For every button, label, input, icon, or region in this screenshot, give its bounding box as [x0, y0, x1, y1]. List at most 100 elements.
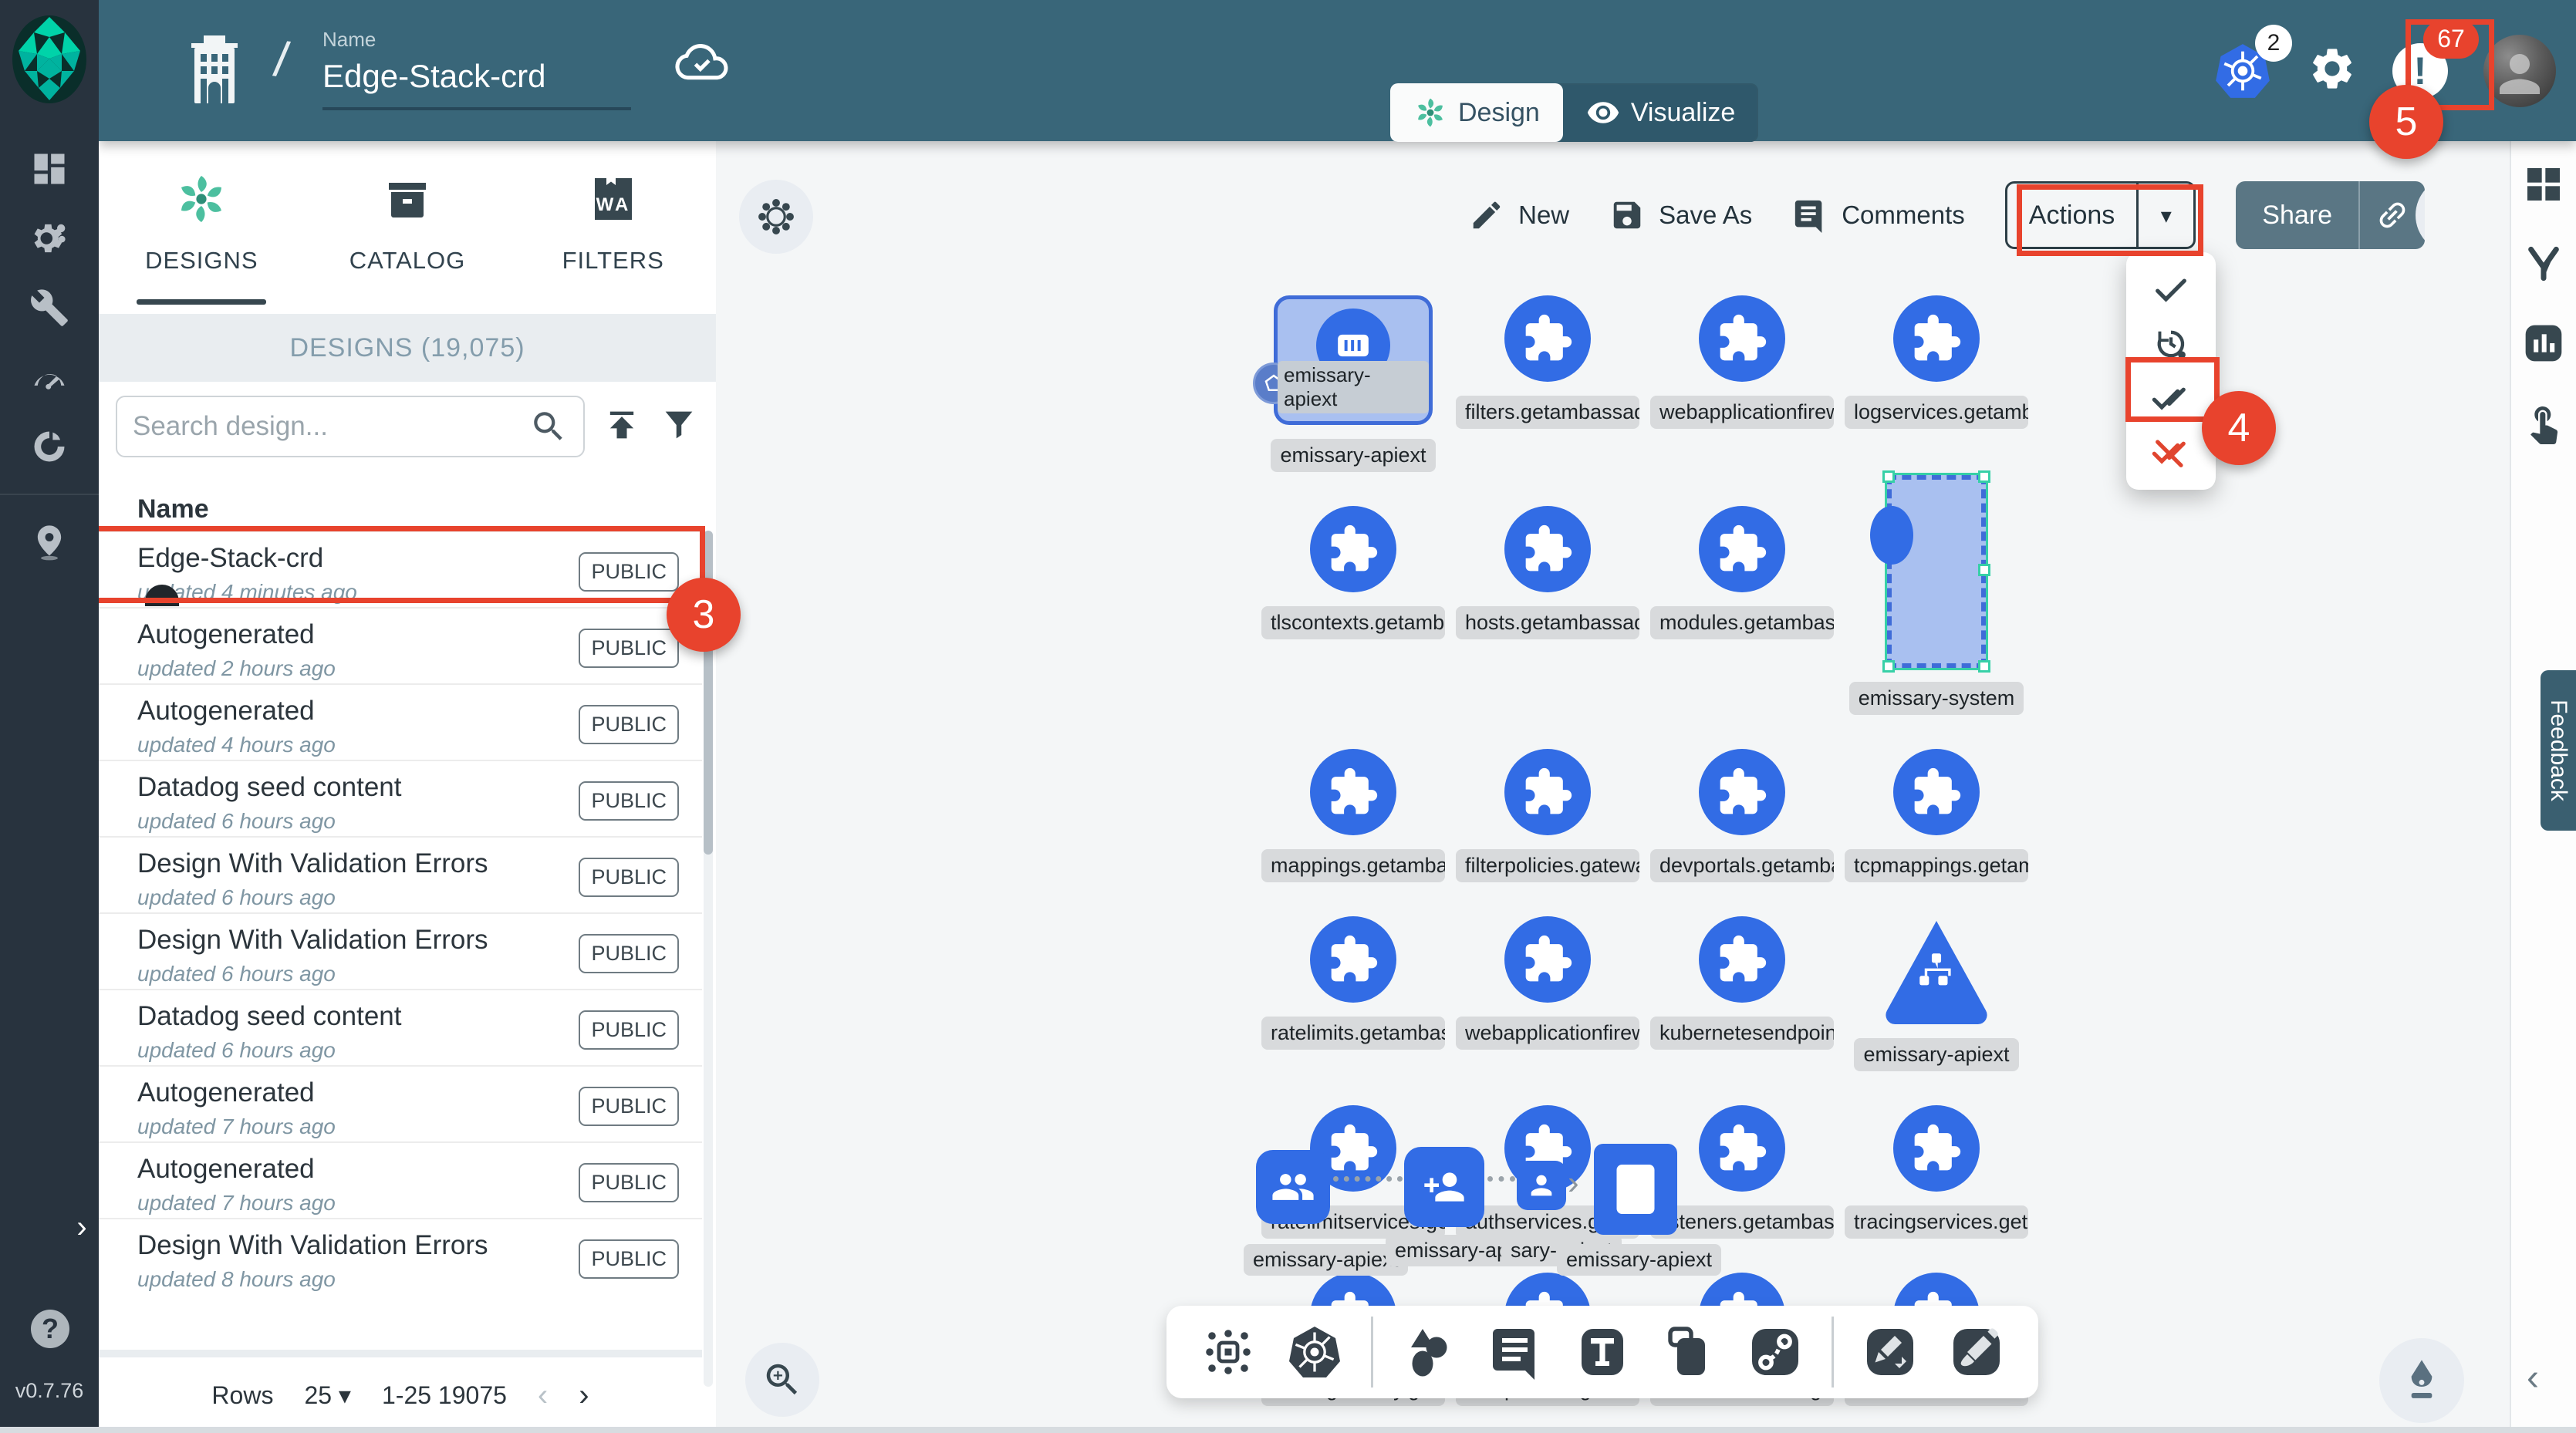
visibility-badge: PUBLIC — [579, 858, 679, 897]
new-button[interactable]: New — [1469, 197, 1569, 233]
share-button[interactable]: Share — [2236, 181, 2425, 249]
component-shapes-icon[interactable] — [1198, 1322, 1258, 1382]
design-list-item[interactable]: Autogeneratedupdated 2 hours agoPUBLIC — [99, 607, 702, 683]
panel-tab-filters[interactable]: WA FILTERS — [510, 141, 716, 305]
node-crd[interactable] — [1310, 916, 1396, 1003]
column-header-name[interactable]: Name — [137, 494, 209, 524]
pen-nib-button[interactable] — [2379, 1338, 2464, 1423]
node-crd[interactable] — [1310, 749, 1396, 835]
edge-arrowhead: › — [1568, 1164, 1579, 1202]
help-button[interactable]: ? — [31, 1310, 69, 1348]
node-triangle[interactable] — [1879, 916, 1994, 1024]
meshery-logo-icon[interactable] — [11, 14, 88, 105]
node-crd[interactable] — [1699, 506, 1785, 592]
comment-icon — [1792, 197, 1828, 233]
node-crd[interactable] — [1504, 506, 1591, 592]
comments-button[interactable]: Comments — [1792, 197, 1965, 233]
menu-item-validate-check[interactable] — [2126, 263, 2216, 317]
design-name-value[interactable]: Edge-Stack-crd — [322, 58, 631, 95]
bottom-scrollbar[interactable] — [0, 1427, 2576, 1433]
filter-funnel-icon[interactable] — [659, 405, 699, 449]
merge-y-icon[interactable] — [2522, 242, 2565, 289]
settings-gear-icon[interactable] — [2308, 44, 2357, 97]
design-list-item[interactable]: Autogeneratedupdated 7 hours agoPUBLIC — [99, 1065, 702, 1141]
node-person-add[interactable] — [1404, 1147, 1484, 1227]
organization-building-icon[interactable] — [182, 32, 247, 103]
design-list-item[interactable]: Datadog seed contentupdated 6 hours agoP… — [99, 760, 702, 836]
node-selected-container[interactable]: emissary-apiext — [1274, 295, 1433, 425]
node-crd[interactable] — [1699, 295, 1785, 382]
node-crd[interactable] — [1504, 749, 1591, 835]
node-label: devportals.getambas... — [1650, 849, 1834, 882]
extensions-icon[interactable] — [27, 424, 72, 469]
dashboard-icon[interactable] — [27, 147, 72, 191]
design-list-item[interactable]: Design With Validation Errorsupdated 6 h… — [99, 912, 702, 989]
design-canvas[interactable]: New Save As Comments Actions ▾ Share emi… — [716, 141, 2510, 1433]
analytics-chart-icon[interactable] — [2522, 322, 2565, 369]
kubernetes-context-icon[interactable]: 2 — [2213, 42, 2272, 100]
mesh-style-button[interactable] — [739, 180, 813, 254]
node-crd[interactable] — [1504, 916, 1591, 1003]
comment-tool-icon[interactable] — [1486, 1322, 1546, 1382]
node-crd[interactable] — [1699, 916, 1785, 1003]
node-crd[interactable] — [1504, 295, 1591, 382]
node-person-small[interactable] — [1517, 1161, 1566, 1210]
design-name-field[interactable]: Name Edge-Stack-crd — [322, 28, 631, 110]
design-list-item[interactable]: Autogeneratedupdated 7 hours agoPUBLIC — [99, 1141, 702, 1218]
panel-tab-designs[interactable]: DESIGNS — [99, 141, 305, 305]
next-page-button[interactable]: › — [579, 1378, 589, 1413]
performance-gauge-icon[interactable] — [27, 355, 72, 400]
node-id-card[interactable] — [1594, 1144, 1677, 1235]
components-grid-icon[interactable] — [2522, 163, 2565, 210]
kubernetes-context-count-badge: 2 — [2255, 25, 2292, 62]
feedback-tab[interactable]: Feedback — [2541, 670, 2576, 831]
shapes-tool-icon[interactable] — [1399, 1322, 1460, 1382]
design-list-item[interactable]: Datadog seed contentupdated 6 hours agoP… — [99, 989, 702, 1065]
visibility-badge: PUBLIC — [579, 1163, 679, 1202]
search-input[interactable]: Search design... — [116, 396, 585, 457]
visibility-badge: PUBLIC — [579, 629, 679, 668]
design-list-item[interactable]: Design With Validation Errorsupdated 6 h… — [99, 836, 702, 912]
list-scrollbar[interactable] — [704, 531, 713, 1387]
text-tool-icon[interactable] — [1572, 1322, 1632, 1382]
zoom-in-button[interactable] — [745, 1343, 819, 1417]
design-name-underline — [322, 107, 631, 110]
panel-tab-catalog[interactable]: CATALOG — [305, 141, 511, 305]
note-tool-icon[interactable] — [1659, 1322, 1719, 1382]
annotation-step-4: 4 — [2202, 391, 2276, 465]
rows-label: Rows — [211, 1381, 273, 1410]
node-label: emissary-system — [1849, 682, 2024, 715]
node-crd[interactable] — [1893, 295, 1980, 382]
active-tab-underline — [137, 299, 266, 305]
node-people[interactable] — [1256, 1150, 1330, 1224]
design-list-item[interactable]: Design With Validation Errorsupdated 8 h… — [99, 1218, 702, 1294]
location-pin-icon[interactable] — [27, 520, 72, 565]
rows-per-page-select[interactable]: 25 ▾ — [304, 1381, 351, 1410]
tab-visualize[interactable]: Visualize — [1563, 83, 1758, 142]
node-label: logservices.getamba... — [1845, 396, 2028, 429]
interaction-hand-icon[interactable] — [2522, 401, 2565, 448]
visibility-badge: PUBLIC — [579, 781, 679, 821]
node-label: emissary-apiext — [1278, 361, 1429, 413]
sidebar-expand-chevron[interactable]: › — [65, 1208, 99, 1246]
right-panel-collapse-chevron[interactable]: ‹ — [2527, 1357, 2539, 1399]
node-crd[interactable] — [1893, 749, 1980, 835]
upload-design-icon[interactable] — [602, 405, 642, 449]
design-list-item[interactable]: Autogeneratedupdated 4 hours agoPUBLIC — [99, 683, 702, 760]
user-avatar[interactable] — [2483, 35, 2556, 107]
lifecycle-gears-icon[interactable] — [27, 216, 72, 261]
node-crd[interactable] — [1699, 749, 1785, 835]
link-tool-icon[interactable] — [1745, 1322, 1805, 1382]
node-label: kubernetesendpointr... — [1650, 1017, 1834, 1050]
tab-design[interactable]: Design — [1390, 83, 1563, 142]
edge-pen-tool-icon[interactable] — [1860, 1322, 1920, 1382]
freehand-draw-tool-icon[interactable] — [1946, 1322, 2007, 1382]
meshery-app: › ? v0.7.76 / Name Edge-Stack-crd Design… — [0, 0, 2576, 1433]
node-crd[interactable] — [1310, 506, 1396, 592]
configuration-tools-icon[interactable] — [27, 285, 72, 330]
save-as-button[interactable]: Save As — [1609, 197, 1752, 233]
search-icon[interactable] — [529, 407, 568, 446]
kubernetes-tool-icon[interactable] — [1285, 1322, 1345, 1382]
prev-page-button[interactable]: ‹ — [538, 1378, 548, 1413]
node-dashed-selected[interactable] — [1887, 475, 1986, 668]
